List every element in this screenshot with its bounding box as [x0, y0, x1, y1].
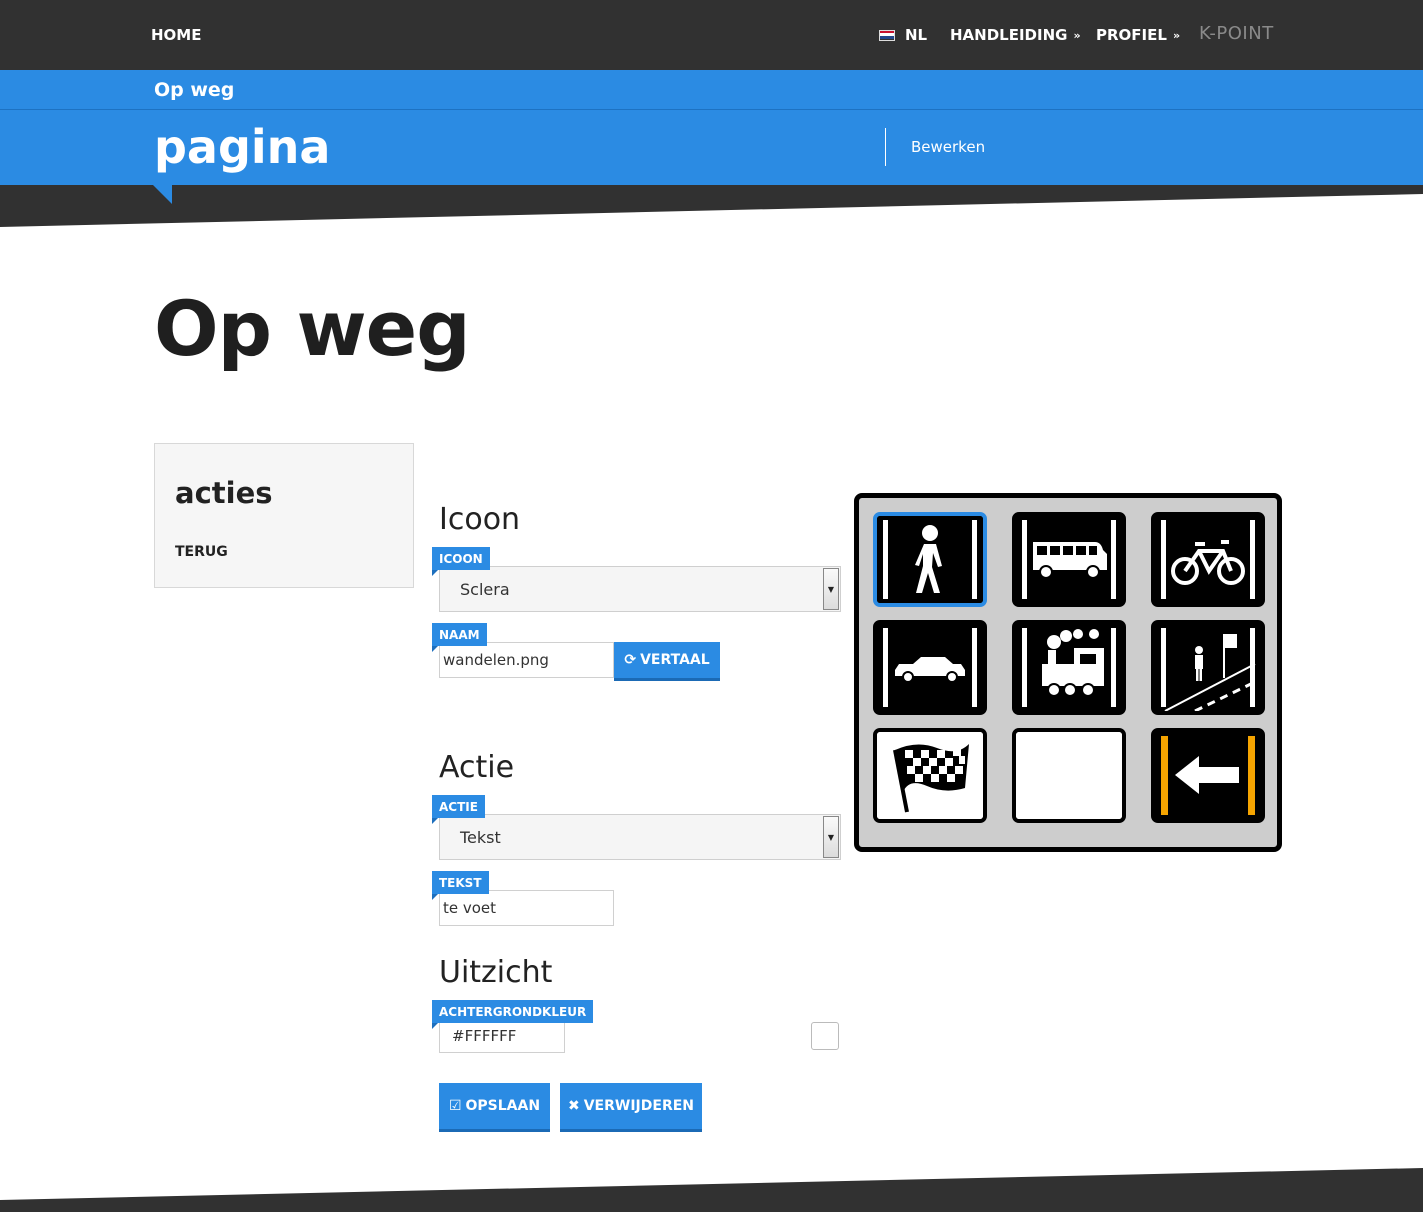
- icon-field-label: ICOON: [432, 547, 490, 576]
- nav-profile-dropdown[interactable]: PROFIEL »: [1096, 26, 1180, 44]
- tile-empty[interactable]: [1012, 728, 1126, 823]
- name-input-value: wandelen.png: [443, 651, 549, 669]
- page-header: pagina Bewerken: [0, 110, 1423, 185]
- steam-train-icon: [1016, 624, 1122, 711]
- action-type-value: Tekst: [460, 828, 501, 847]
- nav-manual-dropdown[interactable]: HANDLEIDING »: [950, 26, 1081, 44]
- action-section-title: Actie: [439, 750, 515, 785]
- bottom-slant-decoration: [0, 1168, 1423, 1212]
- nav-home-link[interactable]: HOME: [151, 26, 201, 44]
- double-chevron-down-icon: »: [1073, 28, 1081, 42]
- delete-button[interactable]: ✖ VERWIJDEREN: [560, 1083, 702, 1132]
- delete-button-label: VERWIJDEREN: [583, 1098, 695, 1114]
- icon-section-title: Icoon: [439, 502, 521, 537]
- header-divider: [885, 128, 886, 166]
- bus-stop-icon: [1155, 624, 1261, 711]
- actions-panel-title: acties: [175, 476, 273, 510]
- tile-back[interactable]: [1151, 728, 1265, 823]
- save-button-label: OPSLAAN: [465, 1098, 541, 1114]
- translate-button[interactable]: ⟳ VERTAAL: [614, 642, 720, 681]
- edit-link[interactable]: Bewerken: [911, 138, 985, 156]
- brand-logo[interactable]: K-POINT: [1199, 23, 1274, 44]
- tile-train[interactable]: [1012, 620, 1126, 715]
- dropdown-arrow-icon: ▼: [823, 816, 839, 858]
- translate-button-label: VERTAAL: [640, 652, 710, 668]
- car-icon: [877, 624, 983, 711]
- bicycle-icon: [1155, 516, 1261, 603]
- language-label: NL: [905, 26, 928, 44]
- text-input-value: te voet: [443, 899, 497, 917]
- tile-bicycle[interactable]: [1151, 512, 1265, 607]
- nav-profile-label: PROFIEL: [1096, 26, 1167, 44]
- double-chevron-down-icon: »: [1172, 28, 1181, 42]
- icon-source-select[interactable]: Sclera ▼: [439, 566, 841, 612]
- walking-person-icon: [877, 516, 983, 603]
- top-slant-decoration: [0, 185, 1423, 227]
- tile-car[interactable]: [873, 620, 987, 715]
- color-picker-swatch[interactable]: [811, 1022, 839, 1050]
- dropdown-arrow-icon: ▼: [823, 568, 839, 610]
- name-field-label: NAAM: [432, 623, 487, 652]
- check-square-icon: ☑: [448, 1098, 462, 1114]
- save-button[interactable]: ☑ OPSLAAN: [439, 1083, 550, 1132]
- text-input[interactable]: te voet: [439, 890, 614, 926]
- top-navbar: HOME NL HANDLEIDING » PROFIEL » K-POINT: [0, 0, 1423, 70]
- netherlands-flag-icon: [879, 29, 895, 41]
- tile-finish[interactable]: [873, 728, 987, 823]
- back-arrow-icon: [1155, 732, 1261, 819]
- action-type-select[interactable]: Tekst ▼: [439, 814, 841, 860]
- breadcrumb-title[interactable]: Op weg: [154, 79, 234, 101]
- language-selector[interactable]: NL: [879, 26, 927, 44]
- background-color-input[interactable]: #FFFFFF: [439, 1019, 565, 1053]
- refresh-icon: ⟳: [624, 652, 637, 668]
- back-link[interactable]: TERUG: [175, 544, 228, 560]
- empty-tile: [1016, 732, 1122, 819]
- background-color-label: ACHTERGRONDKLEUR: [432, 1000, 594, 1029]
- tile-walking[interactable]: [873, 512, 987, 607]
- tile-bus-stop[interactable]: [1151, 620, 1265, 715]
- background-color-value: #FFFFFF: [452, 1027, 517, 1045]
- page-title: Op weg: [154, 284, 471, 373]
- tile-bus[interactable]: [1012, 512, 1126, 607]
- action-field-label: ACTIE: [432, 795, 485, 824]
- pictogram-board: [854, 493, 1282, 852]
- bus-icon: [1016, 516, 1122, 603]
- checkered-flag-icon: [877, 732, 983, 819]
- breadcrumb-bar: Op weg: [0, 70, 1423, 110]
- text-field-label: TEKST: [432, 871, 489, 900]
- header-title: pagina: [154, 120, 331, 174]
- name-input[interactable]: wandelen.png: [439, 642, 614, 678]
- actions-panel: acties TERUG: [154, 443, 414, 588]
- close-icon: ✖: [567, 1098, 580, 1114]
- nav-manual-label: HANDLEIDING: [950, 26, 1068, 44]
- icon-source-value: Sclera: [460, 580, 510, 599]
- view-section-title: Uitzicht: [439, 955, 553, 990]
